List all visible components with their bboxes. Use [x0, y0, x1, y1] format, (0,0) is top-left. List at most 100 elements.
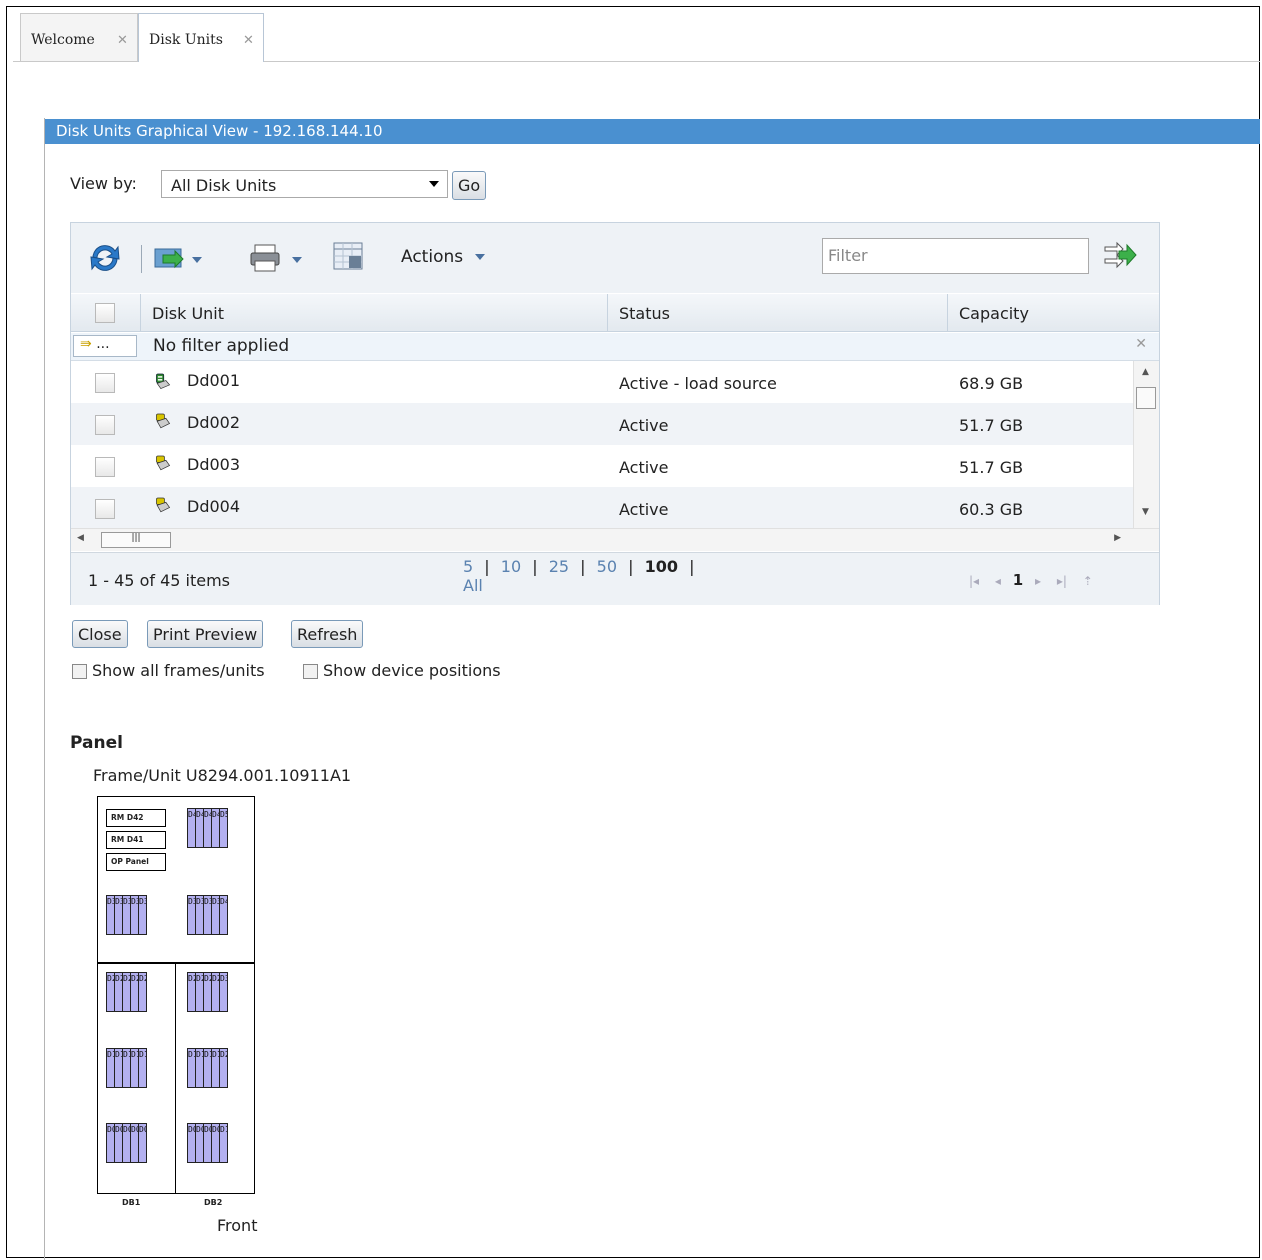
filter-status-text: No filter applied: [153, 336, 290, 356]
pagination: |◂ ◂ 1 ▸ ▸| ⇡: [969, 571, 1093, 589]
disk-slot[interactable]: D05: [138, 1123, 147, 1163]
go-button[interactable]: Go: [452, 171, 487, 200]
column-header-disk-unit[interactable]: Disk Unit: [141, 294, 608, 332]
page-size-selector: 5 | 10 | 25 | 50 | 100 | All: [463, 557, 733, 595]
current-page: 1: [1012, 571, 1024, 589]
disk-unit-status: Active: [619, 416, 669, 435]
disk-unit-name[interactable]: Dd002: [187, 413, 240, 432]
scroll-thumb[interactable]: [1136, 387, 1156, 409]
table-row[interactable]: Dd002 Active 51.7 GB: [71, 403, 1133, 445]
tab-bar: Welcome ✕ Disk Units ✕: [13, 13, 1260, 62]
first-page-icon[interactable]: |◂: [969, 574, 979, 588]
show-device-positions-label[interactable]: Show device positions: [323, 661, 501, 680]
prev-page-icon[interactable]: ◂: [995, 574, 1001, 588]
disk-unit-capacity: 51.7 GB: [959, 458, 1024, 477]
disk-bay: D01 D02 D03 D04 D05: [106, 1123, 147, 1163]
disk-slot[interactable]: D20: [219, 1048, 228, 1088]
panel-title: Panel: [70, 733, 123, 753]
page-size-all[interactable]: All: [463, 576, 483, 595]
scroll-down-icon[interactable]: ▼: [1142, 507, 1149, 517]
grid-toolbar: Actions Filter: [71, 223, 1159, 293]
disk-unit-name[interactable]: Dd004: [187, 497, 240, 516]
disk-slot[interactable]: D35: [138, 895, 147, 935]
tab-disk-units-label: Disk Units: [149, 32, 223, 48]
refresh-button[interactable]: Refresh: [291, 620, 364, 648]
chevron-down-icon: [474, 254, 485, 260]
filter-status-row: ⇛ ... No filter applied ✕: [71, 333, 1159, 361]
scroll-right-icon[interactable]: ▶: [1114, 533, 1121, 543]
disk-slot[interactable]: D15: [138, 1048, 147, 1088]
disk-unit-name[interactable]: Dd003: [187, 455, 240, 474]
filter-apply-icon[interactable]: [1101, 237, 1139, 273]
page-size-5[interactable]: 5: [463, 557, 473, 576]
disk-unit-status: Active - load source: [619, 374, 777, 393]
last-page-icon[interactable]: ▸|: [1057, 574, 1067, 588]
print-preview-button[interactable]: Print Preview: [147, 620, 264, 648]
close-icon[interactable]: ✕: [243, 33, 254, 48]
toolbar-separator: [141, 245, 142, 273]
disk-unit-name[interactable]: Dd001: [187, 371, 240, 390]
actions-label: Actions: [401, 247, 464, 267]
page-size-separator: |: [580, 557, 586, 576]
refresh-icon[interactable]: [87, 241, 123, 275]
row-checkbox[interactable]: [95, 415, 115, 435]
next-page-icon[interactable]: ▸: [1035, 574, 1041, 588]
print-icon[interactable]: [249, 243, 309, 277]
show-all-frames-checkbox[interactable]: [72, 664, 87, 679]
view-by-label: View by:: [70, 174, 137, 193]
db2-label: DB2: [204, 1198, 223, 1207]
dropdown-arrow-icon: [429, 181, 439, 187]
table-row[interactable]: Dd004 Active 60.3 GB: [71, 487, 1133, 529]
horizontal-scrollbar[interactable]: ◀ ||| ▶: [71, 528, 1159, 551]
disk-slot[interactable]: D10: [219, 1123, 228, 1163]
table-row[interactable]: Dd001 Active - load source 68.9 GB: [71, 361, 1133, 403]
export-icon[interactable]: [153, 247, 203, 275]
go-to-page-icon[interactable]: ⇡: [1083, 574, 1093, 588]
select-all-checkbox[interactable]: [95, 303, 115, 323]
panel-header: Disk Units Graphical View - 192.168.144.…: [45, 119, 1260, 144]
page-size-50[interactable]: 50: [597, 557, 617, 576]
filter-input[interactable]: Filter: [822, 238, 1089, 274]
page-size-100: 100: [644, 557, 678, 576]
page-size-10[interactable]: 10: [501, 557, 521, 576]
tab-welcome[interactable]: Welcome ✕: [20, 13, 138, 61]
horizontal-scroll-thumb[interactable]: |||: [101, 532, 171, 548]
column-header-capacity[interactable]: Capacity: [948, 294, 1159, 332]
row-checkbox[interactable]: [95, 499, 115, 519]
tab-disk-units[interactable]: Disk Units ✕: [138, 13, 264, 62]
disk-slot[interactable]: D30: [219, 972, 228, 1012]
view-by-selected: All Disk Units: [171, 176, 277, 195]
column-header-status[interactable]: Status: [608, 294, 948, 332]
grid-footer: 1 - 45 of 45 items 5 | 10 | 25 | 50 | 10…: [71, 552, 1159, 605]
frame-unit-diagram: RM D42 RM D41 OP Panel D46 D47 D48 D49 D…: [97, 796, 255, 1194]
filter-options-button[interactable]: ⇛ ...: [73, 335, 137, 357]
filter-placeholder: Filter: [828, 246, 868, 265]
close-button[interactable]: Close: [72, 620, 128, 648]
disk-slot[interactable]: D50: [219, 808, 228, 848]
show-all-frames-label[interactable]: Show all frames/units: [92, 661, 265, 680]
disk-bay: D31 D32 D33 D34 D35: [106, 895, 147, 935]
actions-menu[interactable]: Actions: [401, 247, 485, 267]
close-icon[interactable]: ✕: [117, 33, 128, 48]
table-settings-icon[interactable]: [333, 242, 365, 276]
operator-panel[interactable]: OP Panel: [106, 853, 166, 871]
disk-slot[interactable]: D25: [138, 972, 147, 1012]
tab-welcome-label: Welcome: [31, 32, 95, 48]
disk-bay: D46 D47 D48 D49 D50: [187, 808, 228, 848]
page-size-25[interactable]: 25: [549, 557, 569, 576]
page-size-separator: |: [484, 557, 490, 576]
table-row[interactable]: Dd003 Active 51.7 GB: [71, 445, 1133, 487]
removable-media-d42[interactable]: RM D42: [106, 809, 166, 827]
disk-units-grid: Actions Filter Disk Unit Status Capacity…: [70, 222, 1160, 605]
row-checkbox[interactable]: [95, 457, 115, 477]
scroll-left-icon[interactable]: ◀: [77, 533, 84, 543]
show-device-positions-checkbox[interactable]: [303, 664, 318, 679]
removable-media-d41[interactable]: RM D41: [106, 831, 166, 849]
disk-slot[interactable]: D40: [219, 895, 228, 935]
clear-filter-icon[interactable]: ✕: [1135, 336, 1147, 352]
row-checkbox[interactable]: [95, 373, 115, 393]
vertical-scrollbar[interactable]: ▲ ▼: [1133, 361, 1159, 528]
db1-label: DB1: [122, 1198, 141, 1207]
view-by-select[interactable]: All Disk Units: [161, 170, 448, 198]
scroll-up-icon[interactable]: ▲: [1142, 367, 1149, 377]
